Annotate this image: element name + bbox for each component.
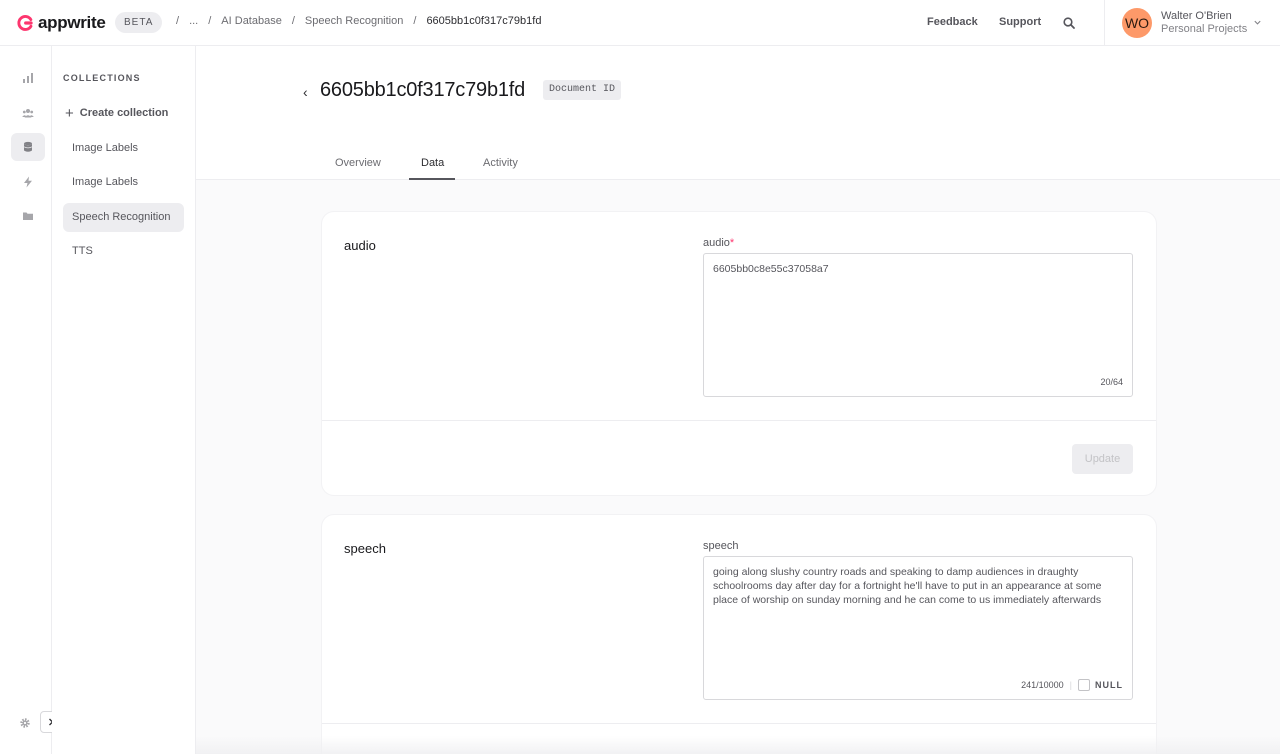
brand-name: appwrite: [38, 13, 106, 32]
char-count: 20/64: [1100, 377, 1123, 387]
field-label-text: audio: [703, 237, 730, 249]
collection-item-tts[interactable]: TTS: [63, 237, 184, 266]
create-collection-label: Create collection: [79, 107, 169, 119]
lightning-icon: [24, 176, 32, 188]
chart-bar-icon: [23, 73, 33, 83]
card-divider: [322, 420, 1156, 421]
top-header: appwrite BETA / ... / AI Database / Spee…: [0, 0, 1280, 46]
null-checkbox[interactable]: [1078, 679, 1090, 691]
collection-item-speech-recognition[interactable]: Speech Recognition: [63, 203, 184, 232]
char-counter: 20/64: [1100, 375, 1123, 389]
tab-overview[interactable]: Overview: [335, 157, 381, 169]
char-count: 241/10000: [1021, 680, 1064, 690]
rail-overview[interactable]: [11, 64, 45, 92]
collections-title: COLLECTIONS: [63, 73, 141, 83]
field-label: audio*: [703, 237, 734, 249]
null-label: NULL: [1095, 680, 1123, 690]
create-collection-button[interactable]: + Create collection: [65, 104, 169, 122]
chevron-down-icon[interactable]: [1253, 18, 1262, 27]
active-tab-indicator: [409, 178, 455, 180]
appwrite-logo-icon: [17, 15, 33, 31]
tab-activity[interactable]: Activity: [483, 157, 518, 169]
attribute-title: speech: [344, 541, 386, 556]
field-label: speech: [703, 540, 739, 552]
document-id-badge[interactable]: Document ID: [543, 80, 622, 100]
rail-databases[interactable]: [11, 133, 45, 161]
card-divider: [322, 723, 1156, 724]
settings-icon: [20, 718, 30, 728]
icon-rail: [0, 46, 62, 754]
user-organization[interactable]: Personal Projects: [1161, 23, 1247, 35]
char-counter: 241/10000 | NULL: [1021, 679, 1123, 691]
scroll-fade: [196, 736, 1280, 754]
update-button[interactable]: Update: [1072, 444, 1133, 474]
breadcrumb-collection[interactable]: Speech Recognition: [305, 15, 403, 27]
rail-storage[interactable]: [11, 202, 45, 230]
attribute-card-audio: audio audio* 6605bb0c8e55c37058a7 20/64 …: [322, 212, 1156, 495]
attribute-card-speech: speech speech going along slushy country…: [322, 515, 1156, 754]
audio-textarea[interactable]: 6605bb0c8e55c37058a7 20/64: [703, 253, 1133, 397]
avatar[interactable]: WO: [1122, 8, 1152, 38]
tab-data[interactable]: Data: [421, 157, 444, 169]
appwrite-logo[interactable]: appwrite: [16, 13, 106, 33]
breadcrumb-ellipsis[interactable]: ...: [189, 15, 198, 27]
collection-item-image-labels[interactable]: Image Labels: [63, 134, 184, 163]
speech-value: going along slushy country roads and spe…: [713, 566, 1102, 606]
audio-value: 6605bb0c8e55c37058a7: [713, 263, 829, 275]
required-asterisk: *: [729, 237, 735, 249]
rail-functions[interactable]: [11, 168, 45, 196]
attribute-title: audio: [344, 238, 376, 253]
back-chevron-icon[interactable]: ‹: [303, 84, 308, 100]
database-icon: [23, 141, 33, 152]
breadcrumb-database[interactable]: AI Database: [221, 15, 282, 27]
header-divider: [1104, 0, 1105, 46]
page-title: 6605bb1c0f317c79b1fd: [320, 79, 526, 101]
collections-sidebar: COLLECTIONS + Create collection Image La…: [52, 46, 196, 754]
rail-auth[interactable]: [11, 99, 45, 127]
user-name[interactable]: Walter O'Brien: [1161, 10, 1232, 22]
support-link[interactable]: Support: [999, 16, 1041, 28]
rail-settings[interactable]: [8, 709, 42, 737]
document-header: ‹ 6605bb1c0f317c79b1fd Document ID Overv…: [196, 46, 1280, 180]
feedback-link[interactable]: Feedback: [927, 16, 978, 28]
collection-item-image-labels-2[interactable]: Image Labels: [63, 168, 184, 197]
plus-icon: +: [65, 104, 74, 122]
search-icon[interactable]: [1062, 16, 1076, 30]
folder-icon: [23, 212, 33, 220]
speech-textarea[interactable]: going along slushy country roads and spe…: [703, 556, 1133, 700]
beta-badge: BETA: [115, 12, 163, 33]
users-icon: [22, 109, 34, 118]
breadcrumb-document[interactable]: 6605bb1c0f317c79b1fd: [426, 15, 541, 27]
breadcrumb: / ... / AI Database / Speech Recognition…: [176, 15, 542, 27]
